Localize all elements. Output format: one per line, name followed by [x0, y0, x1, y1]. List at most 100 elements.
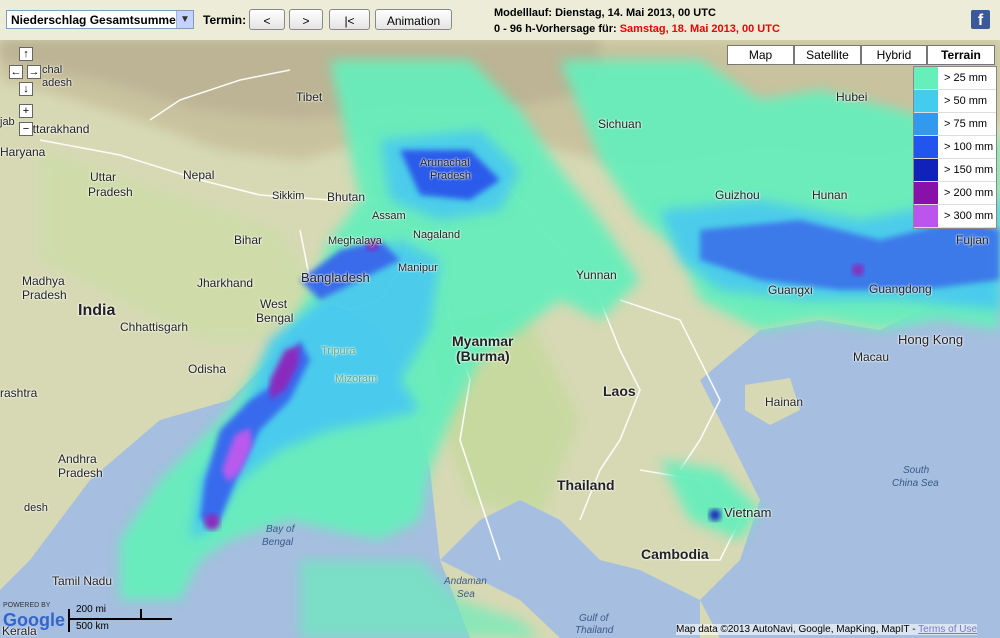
- pan-left-icon[interactable]: ←: [9, 65, 23, 79]
- chevron-down-icon[interactable]: ▼: [176, 11, 193, 28]
- forecast-line: 0 - 96 h-Vorhersage für: Samstag, 18. Ma…: [494, 21, 780, 37]
- legend-swatch: [914, 205, 938, 227]
- label-odisha: Odisha: [188, 362, 227, 376]
- run-info: Modelllauf: Dienstag, 14. Mai 2013, 00 U…: [494, 5, 780, 37]
- google-logo[interactable]: POWERED BY Google: [3, 602, 65, 631]
- legend-row: > 75 mm: [914, 113, 996, 136]
- label-cambodia: Cambodia: [641, 546, 709, 562]
- google-logo-text: Google: [3, 610, 65, 630]
- legend-row: > 200 mm: [914, 182, 996, 205]
- map-type-satellite[interactable]: Satellite: [794, 45, 861, 65]
- map-attribution: Map data ©2013 AutoNavi, Google, MapKing…: [676, 624, 978, 635]
- termin-label: Termin:: [203, 13, 247, 27]
- google-powered-text: POWERED BY: [3, 602, 51, 609]
- label-bengal: Bengal: [256, 311, 294, 325]
- scale-miles: 200 mi: [76, 604, 107, 615]
- legend-label: > 25 mm: [944, 72, 988, 84]
- label-arunachal: Arunachal: [420, 157, 470, 169]
- label-hubei: Hubei: [836, 90, 868, 104]
- label-mizoram: Mizoram: [335, 373, 378, 385]
- label-laos: Laos: [603, 383, 636, 399]
- label-bay-of: Bay of: [266, 524, 295, 535]
- legend-swatch: [914, 182, 938, 204]
- label-pradesh-mp: Pradesh: [22, 288, 67, 302]
- label-uttarakhand: Uttarakhand: [24, 122, 90, 136]
- zoom-out-icon[interactable]: −: [19, 122, 33, 136]
- scale-line: [68, 618, 172, 620]
- rain-150mm-vietnam: [709, 509, 721, 521]
- prev-button[interactable]: <: [249, 9, 285, 30]
- terms-of-use-link[interactable]: Terms of Use: [918, 624, 977, 635]
- label-chal: chal: [42, 64, 63, 76]
- label-uttar: Uttar: [90, 170, 117, 184]
- pan-right-icon[interactable]: →: [27, 65, 41, 79]
- label-bay-bengal: Bengal: [262, 537, 294, 548]
- animation-button[interactable]: Animation: [375, 9, 452, 30]
- label-andaman: Andaman: [444, 576, 487, 587]
- label-tripura: Tripura: [321, 345, 356, 357]
- label-pradesh-up: Pradesh: [88, 185, 133, 199]
- legend-swatch: [914, 113, 938, 135]
- label-vietnam: Vietnam: [724, 505, 772, 520]
- rain-200mm-spot5: [852, 264, 864, 276]
- first-button[interactable]: |<: [329, 9, 370, 30]
- forecast-date: Samstag, 18. Mai 2013, 00 UTC: [619, 23, 780, 35]
- legend-row: > 300 mm: [914, 205, 996, 228]
- legend-row: > 150 mm: [914, 159, 996, 182]
- product-select[interactable]: Niederschlag Gesamtsumme ▼: [6, 10, 194, 29]
- legend-swatch: [914, 136, 938, 158]
- label-hainan: Hainan: [765, 395, 804, 409]
- label-hong-kong: Hong Kong: [898, 332, 964, 347]
- map-type-hybrid[interactable]: Hybrid: [861, 45, 927, 65]
- label-pradesh-ap: Pradesh: [58, 466, 103, 480]
- legend-label: > 50 mm: [944, 95, 988, 107]
- forecast-prefix: 0 - 96 h-Vorhersage für:: [494, 23, 620, 35]
- scale-tick-mi: [140, 609, 142, 618]
- label-bihar: Bihar: [234, 233, 263, 247]
- label-guangdong: Guangdong: [869, 282, 932, 296]
- label-chhattisgarh: Chhattisgarh: [120, 320, 189, 334]
- scale-km: 500 km: [76, 621, 109, 632]
- legend-label: > 75 mm: [944, 118, 988, 130]
- label-jab: jab: [0, 116, 15, 128]
- label-fujian: Fujian: [956, 233, 989, 247]
- legend-swatch: [914, 67, 938, 89]
- label-tamil-nadu: Tamil Nadu: [52, 574, 113, 588]
- toolbar: Niederschlag Gesamtsumme ▼ Termin: < > |…: [0, 0, 1000, 41]
- next-button[interactable]: >: [289, 9, 323, 30]
- label-nepal: Nepal: [183, 168, 215, 182]
- pan-up-icon[interactable]: ↑: [19, 47, 33, 61]
- label-guizhou: Guizhou: [715, 188, 760, 202]
- pan-down-icon[interactable]: ↓: [19, 82, 33, 96]
- legend-label: > 150 mm: [944, 164, 994, 176]
- label-tibet: Tibet: [296, 90, 323, 104]
- label-sichuan: Sichuan: [598, 117, 642, 131]
- label-china-sea: China Sea: [892, 478, 939, 489]
- label-hunan: Hunan: [812, 188, 848, 202]
- label-andaman-sea: Sea: [457, 589, 475, 600]
- label-yunnan: Yunnan: [576, 268, 617, 282]
- label-myanmar: Myanmar: [452, 333, 514, 349]
- label-gulf-of: Gulf of: [579, 613, 609, 624]
- map-type-terrain[interactable]: Terrain: [927, 45, 995, 65]
- precipitation-legend: > 25 mm > 50 mm > 75 mm > 100 mm > 150 mm > 2…: [913, 66, 997, 229]
- label-rashtra: rashtra: [0, 386, 38, 400]
- zoom-in-icon[interactable]: +: [19, 104, 33, 118]
- label-manipur: Manipur: [398, 262, 438, 274]
- map-canvas[interactable]: India Tibet Nepal Bhutan Sikkim Banglade…: [0, 40, 1000, 638]
- scale-tick-left: [68, 609, 70, 632]
- label-desh: desh: [24, 502, 48, 514]
- label-macau: Macau: [853, 350, 890, 364]
- label-andhra: Andhra: [58, 452, 97, 466]
- label-sikkim: Sikkim: [272, 190, 305, 202]
- label-thailand: Thailand: [557, 477, 615, 493]
- legend-label: > 200 mm: [944, 187, 994, 199]
- label-meghalaya: Meghalaya: [328, 235, 382, 247]
- legend-row: > 25 mm: [914, 67, 996, 90]
- facebook-icon[interactable]: f: [971, 10, 990, 29]
- label-south: South: [903, 465, 930, 476]
- label-west: West: [260, 297, 288, 311]
- legend-label: > 300 mm: [944, 210, 994, 222]
- label-burma: (Burma): [456, 348, 510, 364]
- map-type-map[interactable]: Map: [727, 45, 794, 65]
